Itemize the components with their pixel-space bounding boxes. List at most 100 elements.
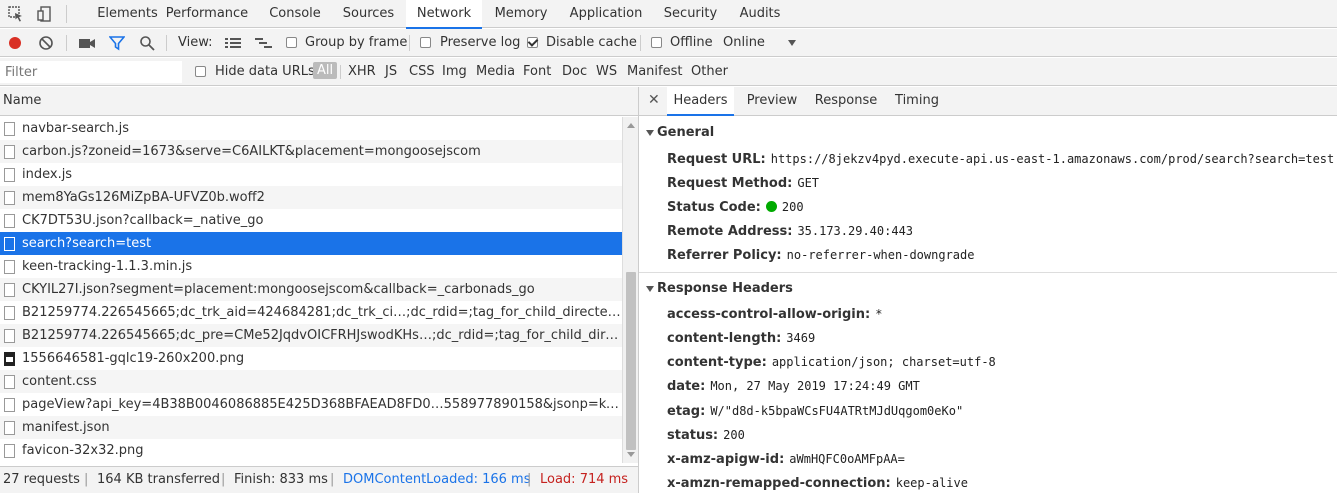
inspect-element-icon[interactable]: [7, 5, 25, 23]
request-row-selected[interactable]: search?search=test: [0, 232, 622, 255]
tab-audits[interactable]: Audits: [733, 0, 787, 28]
filter-type-xhr[interactable]: XHR: [348, 64, 376, 79]
offline-label: Offline: [670, 35, 713, 50]
close-icon[interactable]: ✕: [648, 92, 660, 108]
tab-sources[interactable]: Sources: [336, 0, 401, 28]
tab-timing[interactable]: Timing: [889, 87, 945, 116]
tab-response[interactable]: Response: [810, 87, 882, 116]
tab-performance[interactable]: Performance: [162, 0, 252, 28]
file-icon: [4, 214, 15, 228]
search-icon[interactable]: [139, 35, 155, 51]
file-icon: [4, 191, 15, 205]
file-icon: [4, 168, 15, 182]
request-row[interactable]: B21259774.226545665;dc_trk_aid=424684281…: [0, 301, 622, 324]
details-tab-bar: ✕ Headers Preview Response Timing: [639, 87, 1337, 116]
toolbar-divider: [640, 35, 641, 51]
request-name: 1556646581-gqlc19-260x200.png: [22, 351, 245, 366]
request-row[interactable]: 1556646581-gqlc19-260x200.png: [0, 347, 622, 370]
status-divider: |: [527, 472, 532, 487]
tab-network[interactable]: Network: [406, 0, 482, 29]
request-row[interactable]: CK7DT53U.json?callback=_native_go: [0, 209, 622, 232]
header-row: Referrer Policy: no-referrer-when-downgra…: [667, 248, 975, 263]
load-time: Load: 714 ms: [540, 472, 629, 487]
filter-type-js[interactable]: JS: [385, 64, 397, 79]
triangle-down-icon: [646, 130, 654, 136]
request-name: CK7DT53U.json?callback=_native_go: [22, 213, 264, 228]
header-row: x-amzn-remapped-connection: keep-alive: [667, 476, 968, 491]
request-row[interactable]: B21259774.226545665;dc_pre=CMe52JqdvOICF…: [0, 324, 622, 347]
request-row[interactable]: favicon-32x32.png: [0, 439, 622, 462]
name-column-label: Name: [3, 93, 42, 108]
tab-application[interactable]: Application: [562, 0, 650, 28]
large-rows-icon[interactable]: [225, 35, 241, 51]
toolbar-divider: [66, 5, 67, 23]
request-row[interactable]: pageView?api_key=4B38B0046086885E425D368…: [0, 393, 622, 416]
request-row[interactable]: navbar-search.js: [0, 117, 622, 140]
hide-data-urls-checkbox[interactable]: [195, 66, 206, 77]
request-row[interactable]: CKYIL27I.json?segment=placement:mongoose…: [0, 278, 622, 301]
section-divider: [639, 272, 1337, 273]
filter-type-img[interactable]: Img: [442, 64, 467, 79]
name-column-header[interactable]: Name: [0, 87, 638, 116]
request-row[interactable]: index.js: [0, 163, 622, 186]
screenshot-camera-icon[interactable]: [78, 35, 95, 51]
filter-type-ws[interactable]: WS: [596, 64, 617, 79]
file-icon: [4, 421, 15, 435]
filter-type-css[interactable]: CSS: [409, 64, 435, 79]
general-section-header[interactable]: General: [639, 122, 1337, 145]
request-row[interactable]: content.css: [0, 370, 622, 393]
header-row: access-control-allow-origin: *: [667, 307, 883, 322]
record-icon[interactable]: [7, 35, 23, 51]
request-row[interactable]: keen-tracking-1.1.3.min.js: [0, 255, 622, 278]
scroll-up-icon[interactable]: [627, 123, 635, 128]
network-status-bar: 27 requests | 164 KB transferred | Finis…: [0, 466, 638, 493]
tab-memory[interactable]: Memory: [487, 0, 555, 28]
filter-type-doc[interactable]: Doc: [562, 64, 587, 79]
request-row[interactable]: mem8YaGs126MiZpBA-UFVZ0b.woff2: [0, 186, 622, 209]
device-toolbar-icon[interactable]: [36, 5, 54, 23]
group-by-frame-checkbox[interactable]: [286, 37, 297, 48]
filter-input[interactable]: [0, 61, 182, 83]
waterfall-overview-icon[interactable]: [255, 35, 272, 51]
request-name: CKYIL27I.json?segment=placement:mongoose…: [22, 282, 535, 297]
request-list-scrollbar[interactable]: [622, 117, 638, 463]
file-icon: [4, 145, 15, 159]
filter-type-media[interactable]: Media: [476, 64, 515, 79]
dom-content-loaded-time: DOMContentLoaded: 166 ms: [343, 472, 531, 487]
request-name: carbon.js?zoneid=1673&serve=C6AILKT&plac…: [22, 144, 481, 159]
request-name: manifest.json: [22, 420, 110, 435]
file-icon: [4, 375, 15, 389]
clear-icon[interactable]: [38, 35, 54, 51]
scroll-down-icon[interactable]: [627, 452, 635, 457]
header-row: content-type: application/json; charset=u…: [667, 355, 996, 370]
chevron-down-icon[interactable]: [788, 40, 796, 46]
request-row[interactable]: carbon.js?zoneid=1673&serve=C6AILKT&plac…: [0, 140, 622, 163]
file-icon: [4, 444, 15, 458]
toolbar-divider: [66, 35, 67, 51]
filter-funnel-icon[interactable]: [108, 35, 126, 51]
scrollbar-thumb[interactable]: [626, 272, 636, 450]
tab-headers[interactable]: Headers: [667, 87, 734, 116]
disable-cache-checkbox[interactable]: [527, 37, 538, 48]
request-name: index.js: [22, 167, 73, 182]
header-row: Request URL: https://8jekzv4pyd.execute-a…: [667, 152, 1335, 167]
header-row: x-amz-apigw-id: aWmHQFC0oAMFpAA=: [667, 452, 905, 467]
file-icon: [4, 306, 15, 320]
tab-security[interactable]: Security: [658, 0, 723, 28]
response-headers-section-header[interactable]: Response Headers: [639, 278, 1337, 301]
filter-type-font[interactable]: Font: [523, 64, 551, 79]
header-row: date: Mon, 27 May 2019 17:24:49 GMT: [667, 379, 920, 394]
tab-console[interactable]: Console: [262, 0, 328, 28]
tab-preview[interactable]: Preview: [739, 87, 805, 116]
preserve-log-checkbox[interactable]: [420, 37, 431, 48]
filter-type-other[interactable]: Other: [691, 64, 728, 79]
file-icon: [4, 122, 15, 136]
filter-type-manifest[interactable]: Manifest: [627, 64, 682, 79]
request-name: search?search=test: [22, 236, 152, 251]
request-name: B21259774.226545665;dc_pre=CMe52JqdvOICF…: [22, 328, 622, 343]
filter-type-all[interactable]: All: [313, 62, 338, 79]
throttling-select[interactable]: Online: [723, 35, 765, 50]
view-label: View:: [178, 35, 213, 50]
offline-checkbox[interactable]: [651, 37, 662, 48]
request-row[interactable]: manifest.json: [0, 416, 622, 439]
